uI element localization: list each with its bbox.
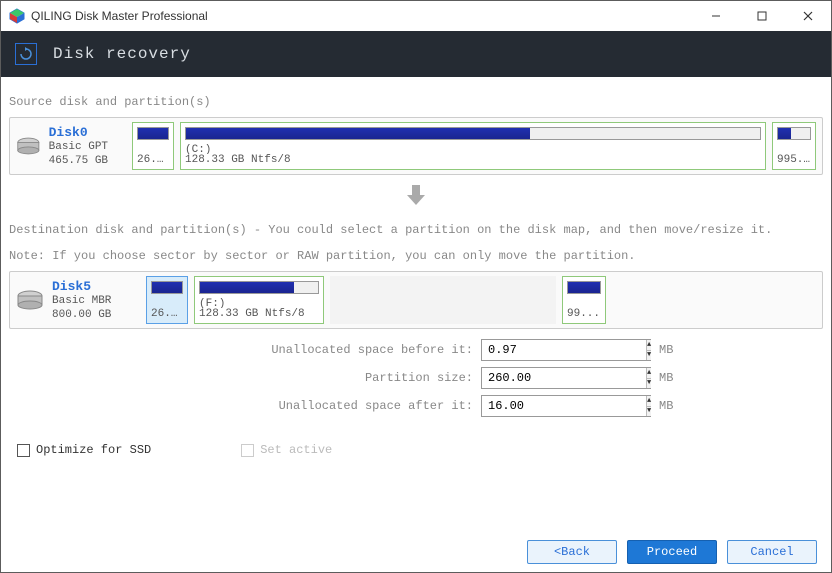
source-disk-row: Disk0 Basic GPT 465.75 GB 26... (C:)128.3… [9,117,823,175]
options-row: Optimize for SSD Set active [17,443,823,457]
unit-label: MB [659,371,689,385]
source-disk-info: Disk0 Basic GPT 465.75 GB [47,125,126,168]
page-title: Disk recovery [53,45,191,63]
unalloc-before-field[interactable] [482,343,646,357]
footer: <Back Proceed Cancel [1,532,831,572]
checkbox-icon [241,444,254,457]
window-title: QILING Disk Master Professional [31,9,693,23]
dest-disk-type: Basic MBR [52,294,140,308]
dest-note: Note: If you choose sector by sector or … [9,249,823,263]
dest-partition[interactable]: 99... [562,276,606,324]
source-partition[interactable]: 995... [772,122,816,170]
unalloc-after-label: Unallocated space after it: [143,399,473,413]
checkbox-icon [17,444,30,457]
close-button[interactable] [785,1,831,31]
spin-up[interactable]: ▲ [647,396,651,407]
source-disk-type: Basic GPT [49,140,126,154]
dest-disk-info: Disk5 Basic MBR 800.00 GB [50,279,140,322]
partition-label: 995... [777,154,811,165]
unalloc-after-field[interactable] [482,399,646,413]
unit-label: MB [659,343,689,357]
window-controls [693,1,831,31]
part-size-field[interactable] [482,371,646,385]
unallocated-gap[interactable] [330,276,556,324]
partition-detail: 128.33 GB Ntfs/8 [185,154,761,165]
source-disk-name: Disk0 [49,125,126,140]
set-active-checkbox: Set active [241,443,332,457]
app-icon [9,8,25,24]
spin-down[interactable]: ▼ [647,379,651,389]
partition-label: 26... [151,308,183,319]
unalloc-before-input[interactable]: ▲▼ [481,339,651,361]
spin-up[interactable]: ▲ [647,368,651,379]
dest-partition[interactable]: (F:)128.33 GB Ntfs/8 [194,276,324,324]
dest-disk-size: 800.00 GB [52,308,140,322]
back-button[interactable]: <Back [527,540,617,564]
partition-label: 99... [567,308,601,319]
maximize-button[interactable] [739,1,785,31]
source-partition[interactable]: 26... [132,122,174,170]
unalloc-before-label: Unallocated space before it: [143,343,473,357]
header-band: Disk recovery [1,31,831,77]
dest-disk-name: Disk5 [52,279,140,294]
hdd-icon [16,136,41,156]
source-disk-size: 465.75 GB [49,154,126,168]
partition-drive: (C:) [185,144,761,155]
cancel-button[interactable]: Cancel [727,540,817,564]
dest-partition[interactable]: 26... [146,276,188,324]
source-label: Source disk and partition(s) [9,95,823,109]
unalloc-after-input[interactable]: ▲▼ [481,395,651,417]
set-active-label: Set active [260,443,332,457]
partition-detail: 128.33 GB Ntfs/8 [199,308,319,319]
partition-label: 26... [137,154,169,165]
titlebar: QILING Disk Master Professional [1,1,831,31]
content: Source disk and partition(s) Disk0 Basic… [1,77,831,532]
resize-form: Unallocated space before it: ▲▼ MB Parti… [9,339,823,417]
arrow-down-icon [9,183,823,211]
spin-down[interactable]: ▼ [647,351,651,361]
part-size-input[interactable]: ▲▼ [481,367,651,389]
hdd-icon [16,290,44,310]
unit-label: MB [659,399,689,413]
proceed-button[interactable]: Proceed [627,540,717,564]
dest-disk-row: Disk5 Basic MBR 800.00 GB 26... (F:)128.3… [9,271,823,329]
part-size-label: Partition size: [143,371,473,385]
source-partition[interactable]: (C:)128.33 GB Ntfs/8 [180,122,766,170]
optimize-ssd-checkbox[interactable]: Optimize for SSD [17,443,151,457]
recovery-icon [15,43,37,65]
minimize-button[interactable] [693,1,739,31]
spin-up[interactable]: ▲ [647,340,651,351]
app-window: QILING Disk Master Professional Disk rec… [0,0,832,573]
dest-label: Destination disk and partition(s) - You … [9,223,823,237]
partition-drive: (F:) [199,298,319,309]
spin-down[interactable]: ▼ [647,407,651,417]
optimize-ssd-label: Optimize for SSD [36,443,151,457]
